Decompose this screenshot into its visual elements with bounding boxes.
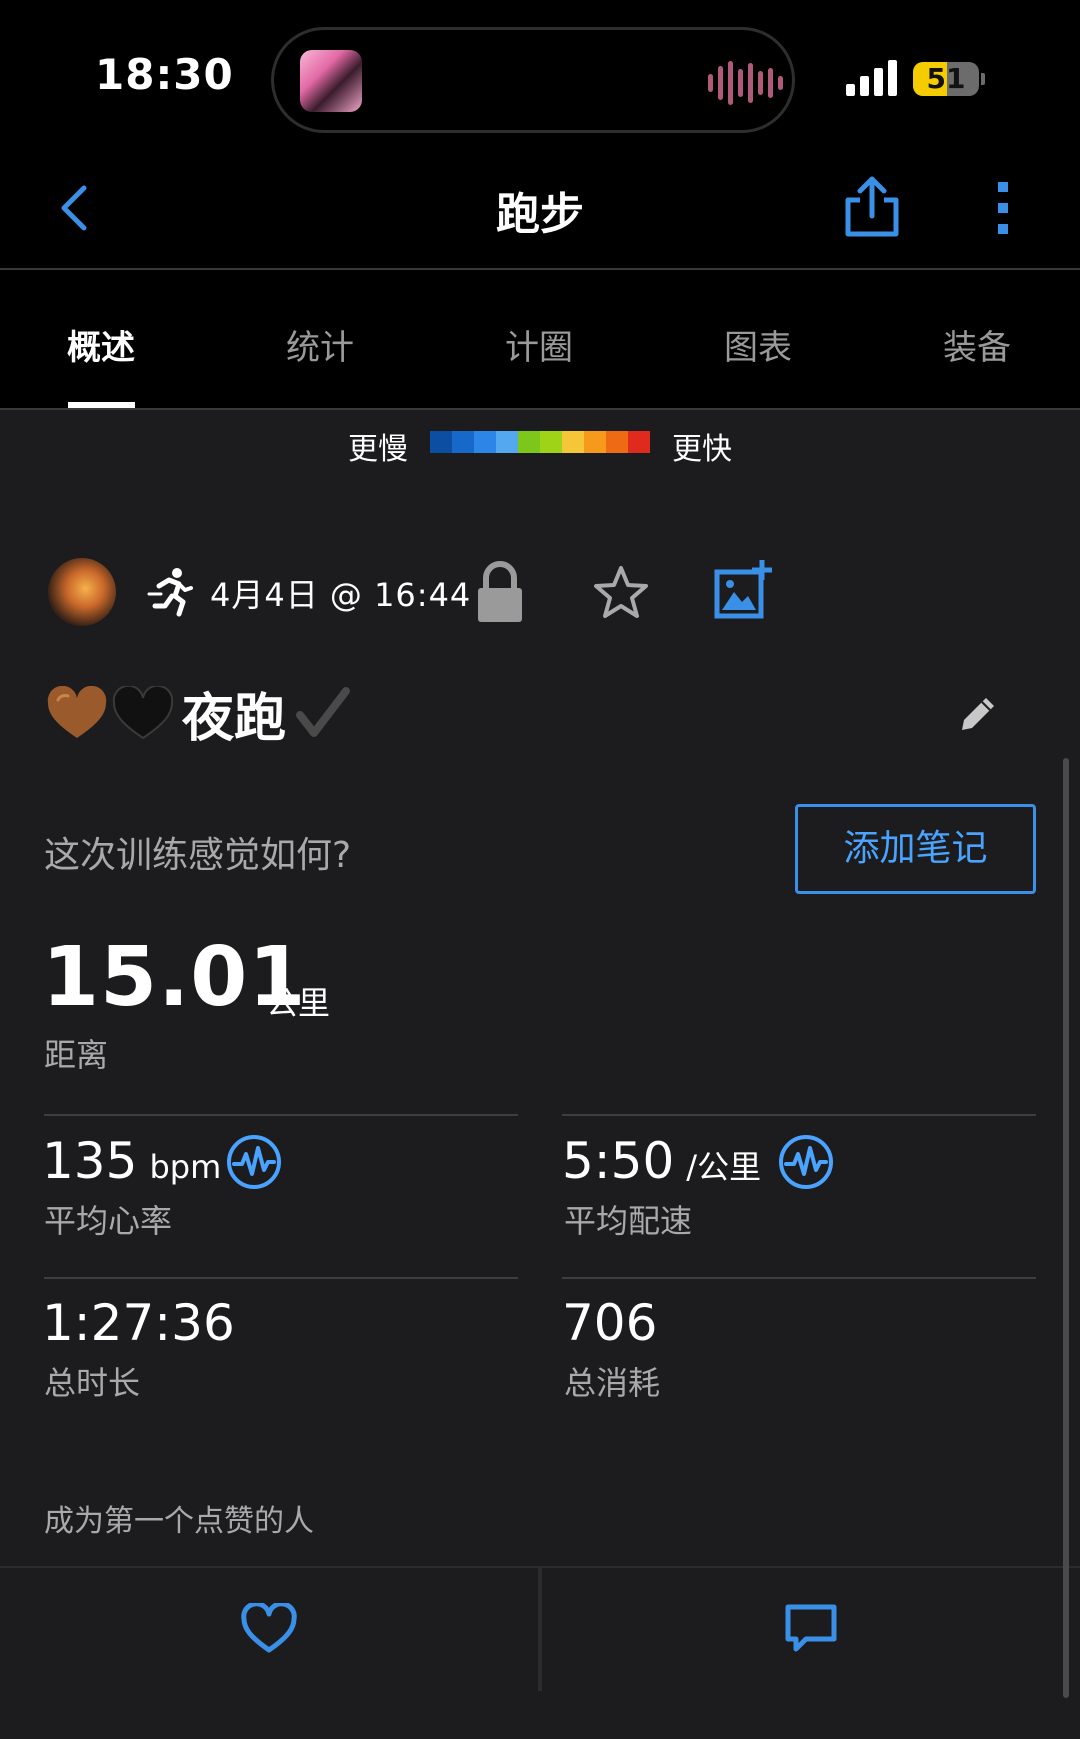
pace-color-swatch [584,431,606,453]
checkmark-icon [296,686,351,737]
legend-fast-label: 更快 [672,432,732,467]
like-button[interactable] [0,1566,538,1691]
battery-tip [981,73,985,85]
duration-label: 总时长 [44,1364,141,1402]
pace-color-swatch [562,431,584,453]
pace-color-swatch [540,431,562,453]
avg-hr-unit: bpm [149,1148,222,1186]
avatar[interactable] [48,558,116,626]
pace-color-swatch [474,431,496,453]
running-icon [145,566,193,618]
activity-title-row: 夜跑 [46,676,352,751]
pace-color-swatch [518,431,540,453]
add-note-button[interactable]: 添加笔记 [795,804,1036,894]
tab-overview[interactable]: 概述 [67,320,135,369]
stats-divider [44,1114,518,1116]
tab-bar: 概述 统计 计圈 图表 装备 [0,270,1080,410]
legend-slow-label: 更慢 [348,432,408,467]
calories-value: 706 [562,1294,658,1352]
tab-stats[interactable]: 统计 [286,320,354,369]
avg-pace-label: 平均配速 [564,1202,693,1240]
pace-color-swatch [606,431,628,453]
stats-divider [44,1277,518,1279]
tab-laps[interactable]: 计圈 [505,320,573,369]
edit-title-button[interactable] [958,694,998,734]
pace-color-scale [430,431,650,453]
distance-unit: 公里 [266,984,331,1022]
pace-zone-icon[interactable] [778,1134,834,1190]
duration-value: 1:27:36 [42,1294,235,1352]
now-playing-artwork[interactable] [300,50,362,112]
share-icon [845,176,899,237]
avg-pace-stat[interactable]: 5:50 /公里 [562,1132,761,1190]
comment-button[interactable] [542,1566,1080,1691]
avg-hr-value: 135 [42,1132,138,1190]
add-photo-icon[interactable] [714,558,774,620]
stats-divider [562,1114,1036,1116]
tab-charts[interactable]: 图表 [724,320,792,369]
battery-icon: 51 [913,62,979,96]
distance-label: 距离 [44,1036,109,1074]
activity-datetime: 4月4日 @ 16:44 [210,576,472,614]
calories-label: 总消耗 [564,1364,661,1402]
audio-waveform-icon [708,60,783,106]
black-heart-icon [112,685,174,739]
pace-color-swatch [430,431,452,453]
likes-prompt: 成为第一个点赞的人 [44,1504,314,1539]
comment-icon [785,1604,837,1651]
pace-color-swatch [628,431,650,453]
avg-hr-stat[interactable]: 135 bpm [42,1132,221,1190]
battery-percentage: 51 [926,62,966,95]
activity-name: 夜跑 [182,689,287,749]
share-button[interactable] [844,174,900,238]
avg-pace-value: 5:50 [562,1132,675,1190]
cellular-signal-icon [846,58,897,96]
heart-rate-zone-icon[interactable] [226,1134,282,1190]
avg-hr-label: 平均心率 [44,1202,173,1240]
pace-color-swatch [496,431,518,453]
pace-color-swatch [452,431,474,453]
stats-divider [562,1277,1036,1279]
tab-gear[interactable]: 装备 [943,320,1011,369]
status-time: 18:30 [95,50,234,99]
more-button[interactable] [988,178,1018,238]
avg-pace-unit: /公里 [686,1148,762,1186]
heart-icon [241,1602,297,1652]
training-feel-question: 这次训练感觉如何? [44,835,352,876]
action-bar-separator [538,1566,542,1691]
pencil-icon [962,698,994,730]
more-vertical-icon [998,182,1008,234]
brown-heart-icon [47,685,107,738]
favorite-star-icon[interactable] [592,564,650,622]
privacy-lock-icon[interactable] [474,560,526,624]
page-title: 跑步 [496,189,584,240]
scrollbar[interactable] [1063,758,1069,1698]
